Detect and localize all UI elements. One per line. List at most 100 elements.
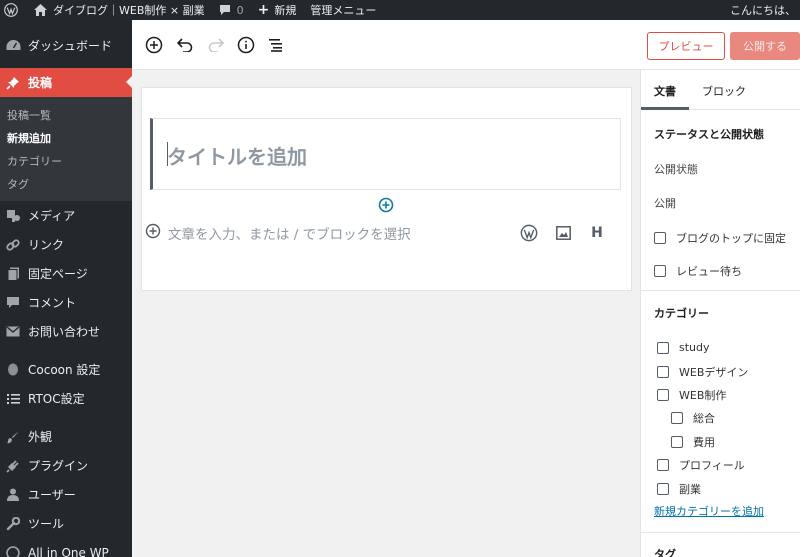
menu-tools[interactable]: ツール [0,509,132,538]
category-item[interactable]: 副業 [657,481,701,497]
comments-link[interactable]: 0 [211,0,250,20]
category-checkbox[interactable] [671,412,683,424]
menu-cocoon[interactable]: Cocoon 設定 [0,355,132,384]
inline-add-block-icon[interactable] [378,197,394,213]
category-item[interactable]: WEBデザイン [657,364,748,380]
publish-button[interactable]: 公開する [730,32,800,60]
account-menu[interactable]: こんにちは、 [730,0,800,20]
comment-icon [219,4,231,16]
menu-tools-label: ツール [28,517,65,531]
cocoon-icon [5,362,21,378]
menu-links[interactable]: リンク [0,230,132,259]
submenu-tags[interactable]: タグ [0,172,132,195]
dashboard-icon [5,38,21,54]
menu-media-label: メディア [28,209,76,223]
active-tab-indicator [641,107,689,110]
menu-posts-label: 投稿 [28,76,53,90]
menu-links-label: リンク [28,238,65,252]
category-label: study [679,341,710,354]
admin-menu-link[interactable]: 管理メニュー [302,0,382,20]
site-name: ダイブログ｜WEB制作 × 副業 [53,4,205,17]
link-icon [5,237,21,253]
category-item[interactable]: WEB制作 [657,387,726,403]
menu-appearance-label: 外観 [28,430,53,444]
tab-block[interactable]: ブロック [702,83,746,99]
category-label: WEBデザイン [679,366,749,379]
menu-aioseo[interactable]: All in One WP [0,538,132,557]
sticky-checkbox-row[interactable]: ブログのトップに固定 [654,230,786,246]
menu-users[interactable]: ユーザー [0,480,132,509]
title-field[interactable]: タイトルを追加 [150,118,621,190]
home-icon [34,4,47,16]
category-label: プロフィール [679,459,745,472]
settings-tabs: 文書 ブロック [641,70,800,110]
category-item[interactable]: プロフィール [657,457,745,473]
list-icon [5,391,21,407]
menu-plugins[interactable]: プラグイン [0,451,132,480]
menu-pages[interactable]: 固定ページ [0,259,132,288]
pin-icon [5,75,21,91]
tab-document[interactable]: 文書 [654,83,676,99]
menu-comments[interactable]: コメント [0,288,132,317]
tags-panel-title[interactable]: タグ [641,546,676,557]
category-checkbox[interactable] [657,366,669,378]
add-category-link[interactable]: 新規カテゴリーを追加 [654,503,764,519]
plugin-icon [5,458,21,474]
info-icon[interactable] [236,35,256,55]
sticky-checkbox[interactable] [654,232,666,244]
sticky-label: ブログのトップに固定 [676,232,786,245]
settings-sidebar: 文書 ブロック ステータスと公開状態 公開状態 公開 ブログのトップに固定 レビ… [640,70,800,557]
menu-dashboard[interactable]: ダッシュボード [0,31,132,60]
category-checkbox[interactable] [671,436,683,448]
categories-panel-title[interactable]: カテゴリー [641,305,709,321]
visibility-value[interactable]: 公開 [654,195,676,211]
menu-rtoc-label: RTOC設定 [28,392,85,406]
posts-submenu: 投稿一覧 新規追加 カテゴリー タグ [0,97,132,201]
default-block-appender[interactable]: 文章を入力、または / でブロックを選択 [145,223,411,243]
visibility-label: 公開状態 [654,163,698,176]
comment-count: 0 [236,3,244,17]
pending-checkbox[interactable] [654,265,666,277]
submenu-categories[interactable]: カテゴリー [0,149,132,172]
pending-checkbox-row[interactable]: レビュー待ち [654,263,742,279]
category-item-child[interactable]: 費用 [671,434,715,450]
editor-toolbar: プレビュー 公開する [132,20,800,70]
body-placeholder: 文章を入力、または / でブロックを選択 [168,227,411,243]
heading-block-icon[interactable]: H [587,223,607,243]
menu-appearance[interactable]: 外観 [0,422,132,451]
add-block-circle-icon[interactable] [145,223,161,243]
wordpress-logo-icon[interactable] [0,0,24,20]
category-item[interactable]: study [657,341,710,354]
menu-contact-label: お問い合わせ [28,325,101,339]
status-panel-title[interactable]: ステータスと公開状態 [641,126,764,142]
menu-posts[interactable]: 投稿 [0,68,132,97]
title-placeholder: タイトルを追加 [167,145,307,169]
category-checkbox[interactable] [657,389,669,401]
mail-icon [5,324,21,340]
redo-icon[interactable] [206,35,226,55]
new-content-link[interactable]: + 新規 [250,0,303,20]
preview-button[interactable]: プレビュー [647,32,725,60]
outline-icon[interactable] [266,35,286,55]
wordpress-block-icon[interactable] [519,223,539,243]
menu-contact[interactable]: お問い合わせ [0,317,132,346]
pages-icon [5,266,21,282]
category-checkbox[interactable] [657,483,669,495]
image-block-icon[interactable] [553,223,573,243]
menu-media[interactable]: メディア [0,201,132,230]
menu-dashboard-label: ダッシュボード [28,39,113,53]
menu-comments-label: コメント [28,296,77,310]
pending-label: レビュー待ち [676,265,742,278]
menu-rtoc[interactable]: RTOC設定 [0,384,132,413]
category-checkbox[interactable] [657,459,669,471]
add-block-icon[interactable] [144,35,164,55]
submenu-add-new[interactable]: 新規追加 [0,126,132,149]
wrench-icon [5,516,21,532]
category-label: WEB制作 [679,389,727,402]
submenu-all-posts[interactable]: 投稿一覧 [0,103,132,126]
category-item-child[interactable]: 総合 [671,410,715,426]
undo-icon[interactable] [175,35,195,55]
category-label: 総合 [693,412,715,425]
site-name-link[interactable]: ダイブログ｜WEB制作 × 副業 [24,0,211,20]
category-checkbox[interactable] [657,341,669,354]
